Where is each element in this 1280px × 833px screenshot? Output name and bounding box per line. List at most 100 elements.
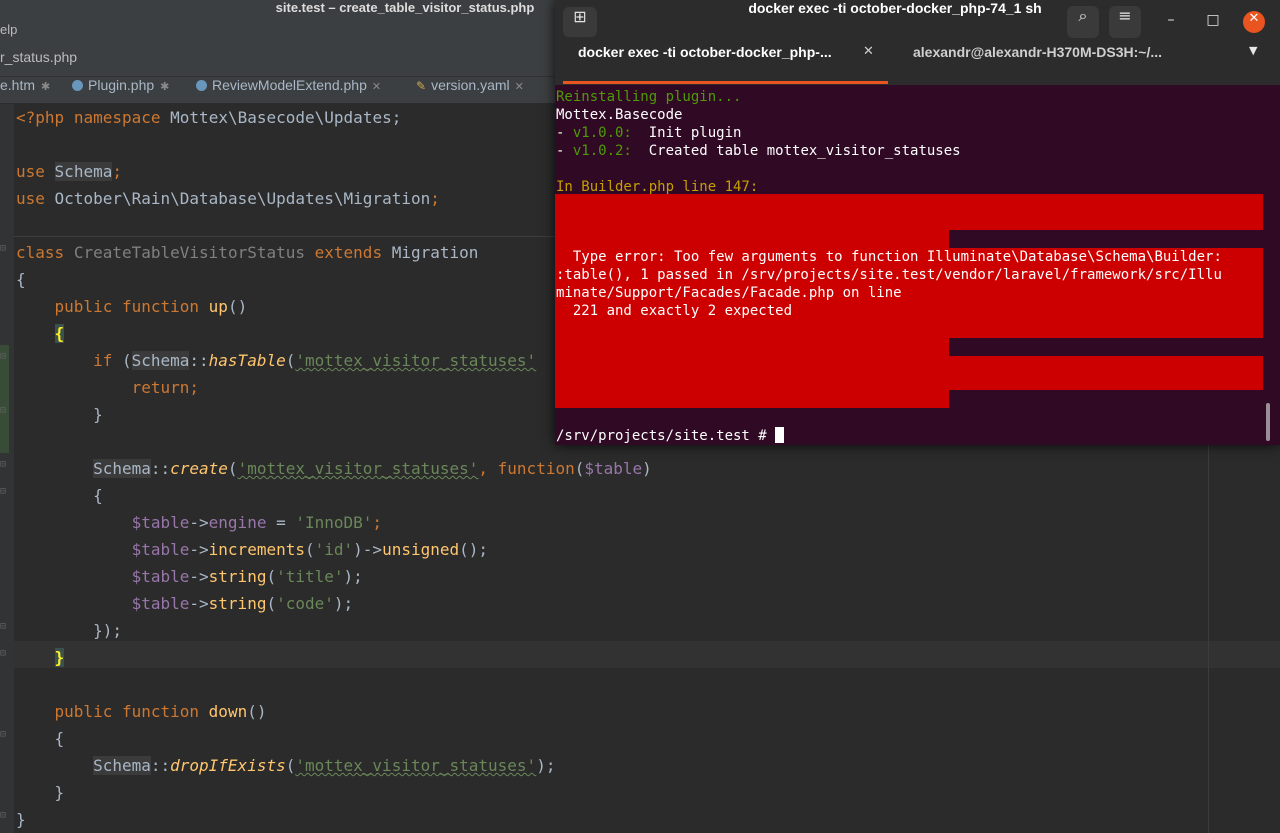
output-dash: - <box>556 125 573 141</box>
pin-icon[interactable]: ✱ <box>160 81 169 93</box>
keyword: use <box>16 162 45 181</box>
method-call: increments <box>208 540 305 559</box>
keyword: public function <box>54 702 200 721</box>
terminal-tab-local[interactable]: alexandr@alexandr-H370M-DS3H:~/... <box>913 44 1162 85</box>
code-line-8: public function up() <box>16 293 248 320</box>
error-line: :table(), 1 passed in /srv/projects/site… <box>556 267 1222 283</box>
variable: $table <box>584 459 643 478</box>
close-window-button[interactable]: ✕ <box>1243 11 1265 33</box>
static-method: create <box>170 459 228 478</box>
fold-icon[interactable]: ⊟ <box>0 811 9 821</box>
search-button[interactable]: ⌕ <box>1067 6 1099 38</box>
string-literal: 'InnoDB' <box>295 513 373 532</box>
code-line-11: return; <box>16 374 199 401</box>
fold-icon[interactable]: ⊟ <box>0 730 9 740</box>
breadcrumb[interactable]: r_status.php <box>0 49 77 65</box>
code-line-15: { <box>16 482 103 509</box>
editor-tab-reviewmodelextend[interactable]: ReviewModelExtend.php ✕ <box>196 77 381 103</box>
php-class-icon <box>72 80 83 91</box>
code-line-1: <?php namespace Mottex\Basecode\Updates; <box>16 104 401 131</box>
close-icon[interactable]: ✕ <box>515 81 524 93</box>
version-message: Init plugin <box>631 125 742 141</box>
parens: () <box>247 702 267 721</box>
keyword: namespace <box>73 108 161 127</box>
hamburger-menu-icon: ≡ <box>1118 6 1132 25</box>
variable: $table <box>131 567 190 586</box>
editor-tab-label: ReviewModelExtend.php <box>212 77 367 93</box>
operator: = <box>266 513 296 532</box>
close-icon[interactable]: ✕ <box>372 81 381 93</box>
code-line-20: }); <box>16 617 122 644</box>
menu-help[interactable]: elp <box>0 22 17 37</box>
editor-tab-label: Plugin.php <box>88 77 155 93</box>
fold-icon[interactable]: ⊟ <box>0 406 9 416</box>
new-tab-button[interactable]: ⊞ <box>563 7 597 37</box>
code-line-27: } <box>16 806 26 833</box>
close-tab-icon[interactable]: ✕ <box>863 44 874 59</box>
fold-icon[interactable]: ⊟ <box>0 244 9 254</box>
terminal-headerbar: ⊞ docker exec -ti october-docker_php-74_… <box>555 0 1280 44</box>
operator: -> <box>189 513 209 532</box>
fold-icon[interactable]: ⊟ <box>0 460 9 470</box>
punctuation: ; <box>189 378 200 397</box>
keyword: function <box>497 459 575 478</box>
minimize-icon: – <box>1167 12 1175 28</box>
error-line: Type error: Too few arguments to functio… <box>556 249 1222 265</box>
code-line-4: use October\Rain\Database\Updates\Migrat… <box>16 185 440 212</box>
chevron-down-icon[interactable]: ▼ <box>1249 44 1257 57</box>
brace: { <box>16 270 26 289</box>
namespace-name: Mottex\Basecode\Updates; <box>170 108 402 127</box>
operator: :: <box>150 459 171 478</box>
brace-match: } <box>54 648 65 667</box>
fold-icon[interactable]: ⊟ <box>0 649 9 659</box>
editor-tab-htm[interactable]: e.htm ✱ <box>0 77 50 103</box>
code-line-24: { <box>16 725 65 752</box>
prompt-line[interactable]: /srv/projects/site.test # <box>556 427 785 445</box>
fold-icon[interactable]: ⊟ <box>0 487 9 497</box>
output-dash: - <box>556 143 573 159</box>
keyword: if <box>93 351 113 370</box>
minimize-button[interactable]: – <box>1161 12 1181 32</box>
class-ref: Schema <box>54 162 113 181</box>
brace: { <box>54 729 65 748</box>
parent-class: Migration <box>391 243 479 262</box>
variable: $table <box>131 540 190 559</box>
function-name: up <box>208 297 228 316</box>
fold-icon[interactable]: ⊟ <box>0 622 9 632</box>
punctuation: ( <box>227 459 238 478</box>
menu-button[interactable]: ≡ <box>1109 6 1141 38</box>
fold-icon[interactable]: ⊟ <box>0 352 9 362</box>
operator: :: <box>189 351 209 370</box>
output-line: Mottex.Basecode <box>556 107 683 123</box>
brace: } <box>16 810 26 829</box>
error-block <box>555 356 1263 390</box>
terminal-tab-bar: docker exec -ti october-docker_php-... ✕… <box>555 44 1280 85</box>
method-call: unsigned <box>382 540 460 559</box>
active-tab-indicator <box>563 81 888 84</box>
string-literal: 'title' <box>276 567 344 586</box>
terminal-tab-docker[interactable]: docker exec -ti october-docker_php-... <box>578 44 832 85</box>
code-line-23: public function down() <box>16 698 267 725</box>
error-block <box>555 338 949 356</box>
shell-prompt: /srv/projects/site.test # <box>556 428 776 444</box>
editor-tab-plugin[interactable]: Plugin.php ✱ <box>72 77 169 103</box>
pin-icon[interactable]: ✱ <box>41 81 50 93</box>
output-line: Reinstalling plugin... <box>556 89 742 105</box>
maximize-button[interactable]: □ <box>1203 12 1223 32</box>
code-line-10: if (Schema::hasTable('mottex_visitor_sta… <box>16 347 536 374</box>
brace: }); <box>93 621 122 640</box>
class-ref: Schema <box>131 351 190 370</box>
php-class-icon <box>196 80 207 91</box>
brace-match: { <box>54 324 65 343</box>
class-ref: Schema <box>93 459 151 478</box>
terminal-scrollbar[interactable] <box>1266 403 1270 441</box>
editor-tab-version-yaml[interactable]: ✎ version.yaml ✕ <box>416 77 524 103</box>
method-call: string <box>208 567 267 586</box>
editor-tab-label: e.htm <box>0 77 36 93</box>
variable: $table <box>131 594 190 613</box>
brace: } <box>93 405 103 424</box>
punctuation: ( <box>266 594 277 613</box>
terminal-output[interactable]: Reinstalling plugin... Mottex.Basecode -… <box>555 85 1280 445</box>
brace: { <box>93 486 103 505</box>
punctuation: ); <box>536 756 556 775</box>
